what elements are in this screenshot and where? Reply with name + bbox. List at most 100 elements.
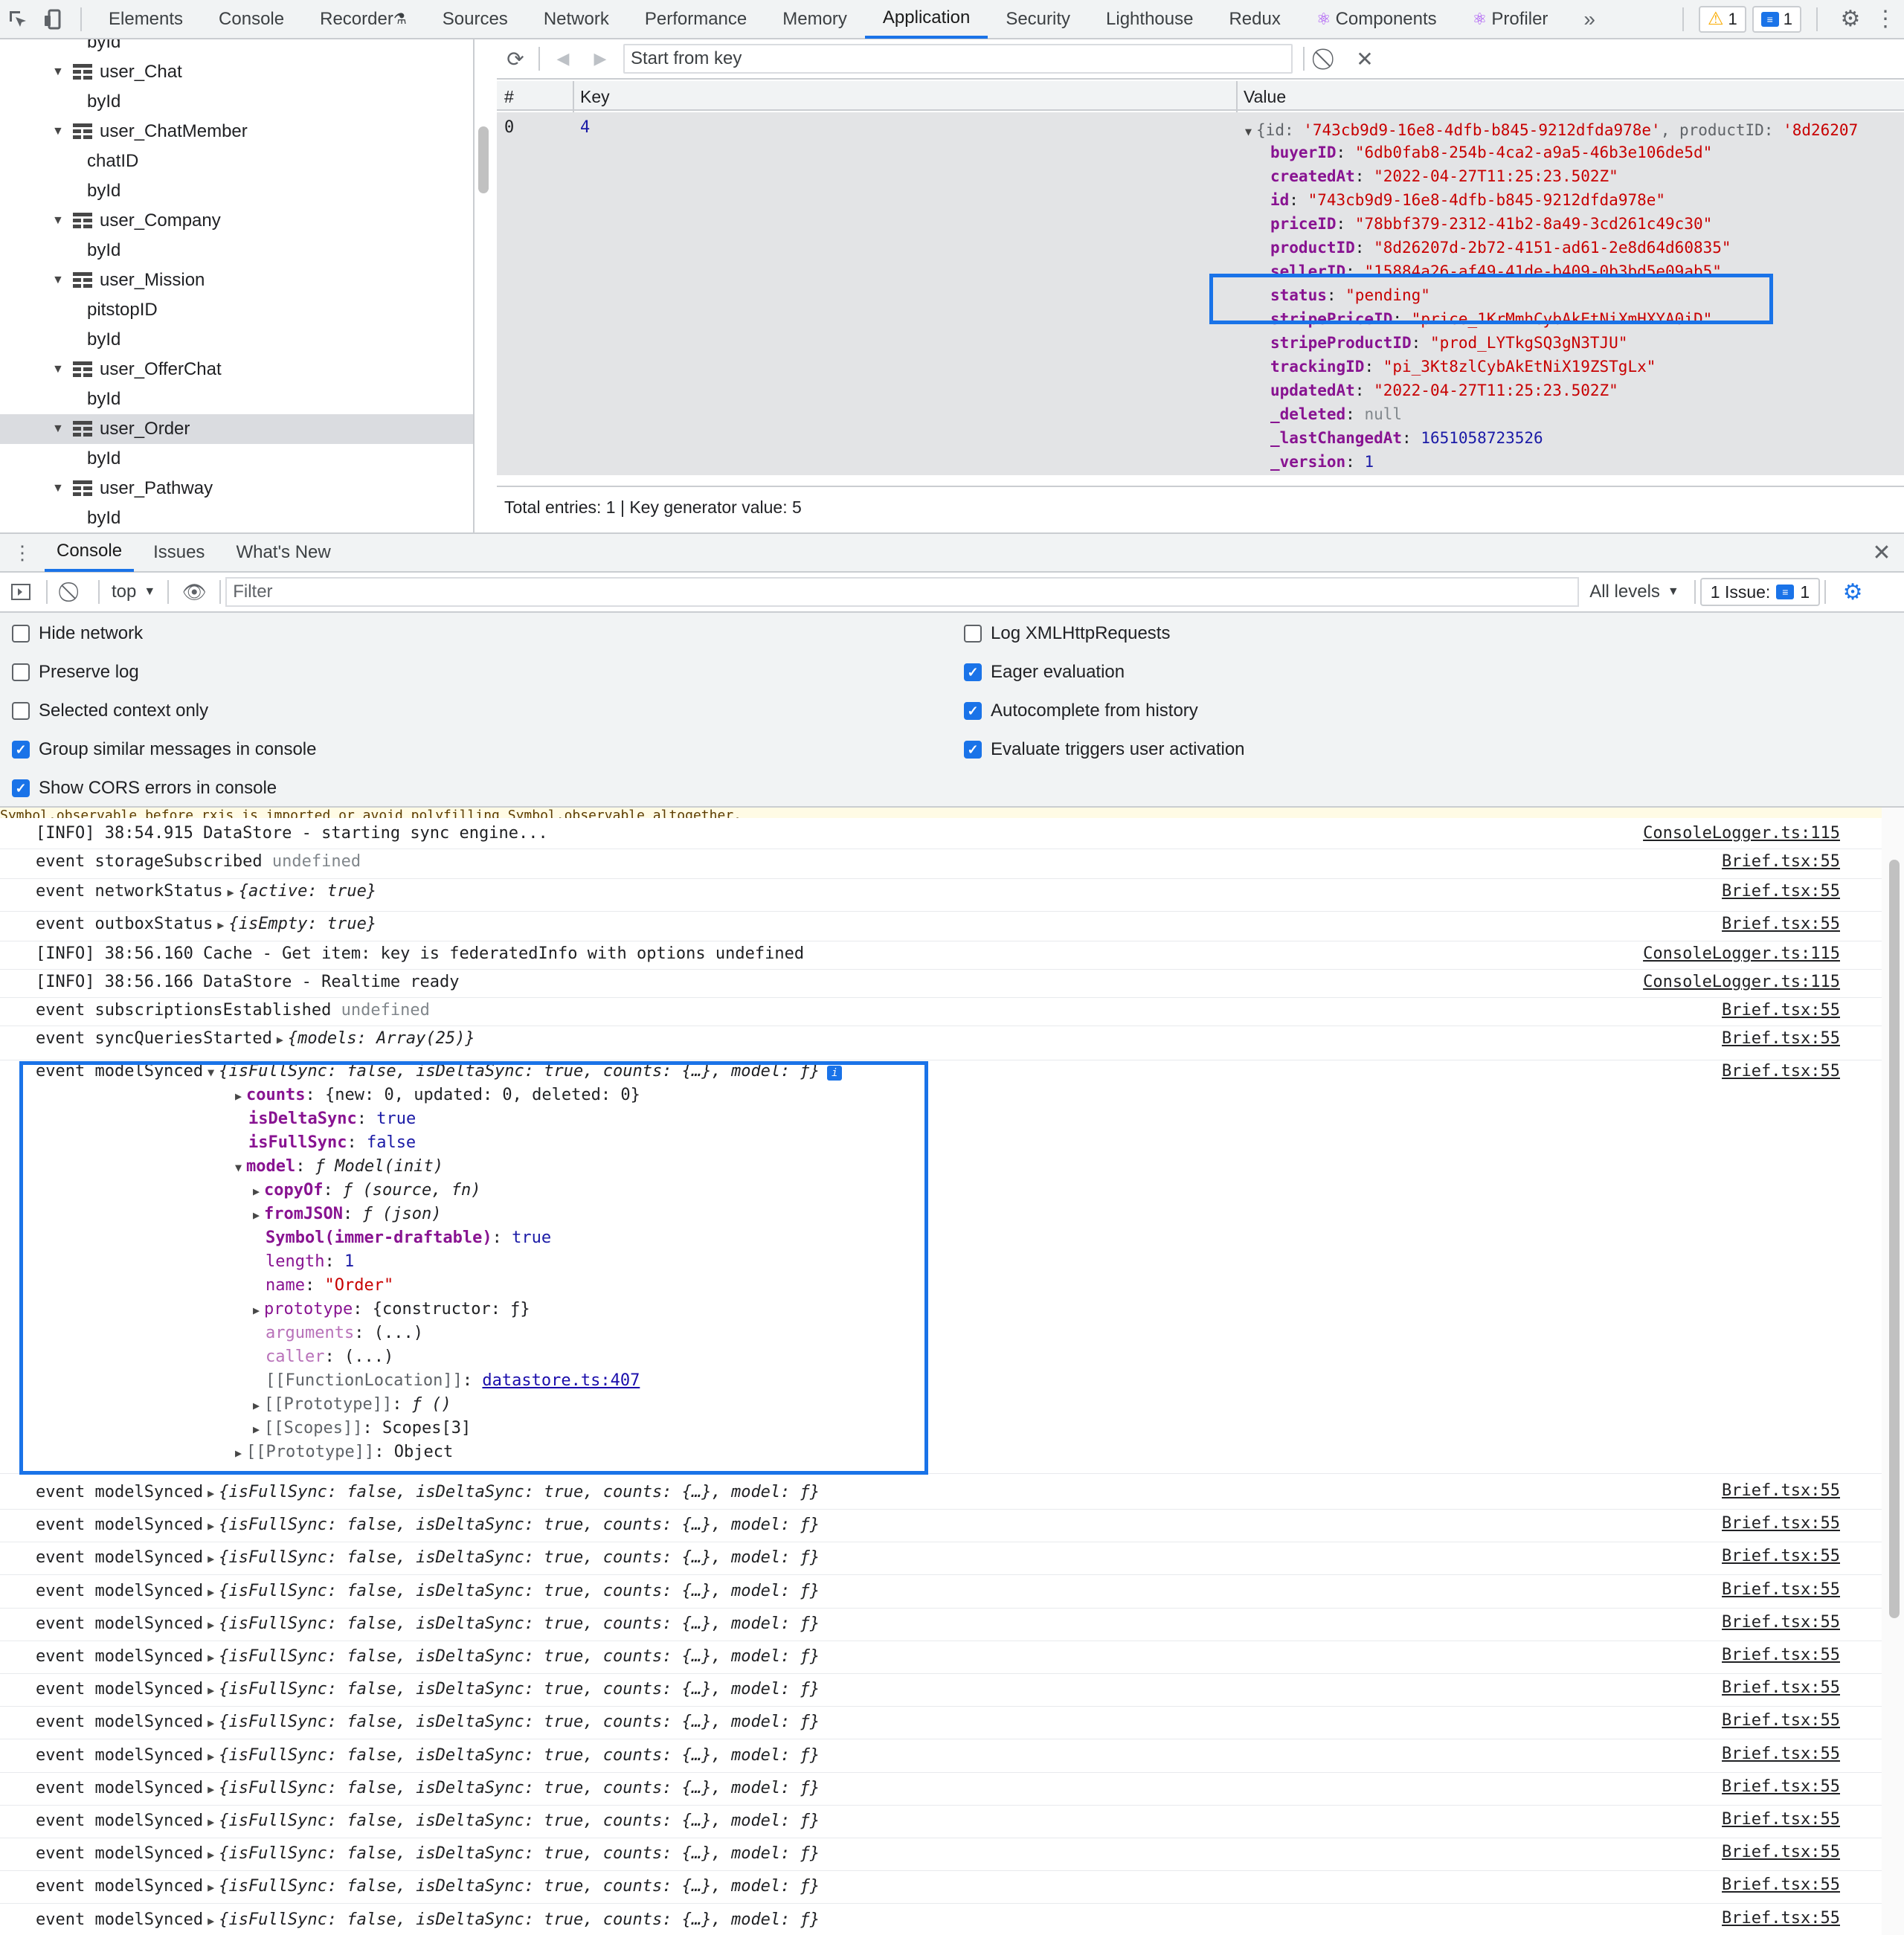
value-preview[interactable]: ▼ {id: '743cb9d9-16e8-4dfb-b845-9212dfda9…: [1241, 121, 1895, 139]
tab-application[interactable]: Application: [864, 0, 988, 39]
source-link[interactable]: Brief.tsx:55: [1722, 1876, 1840, 1894]
clear-object-store-icon[interactable]: ⃠: [1309, 40, 1346, 77]
expand-triangle-icon[interactable]: ▶: [217, 918, 224, 932]
source-link[interactable]: ConsoleLogger.ts:115: [1643, 944, 1840, 963]
setting-checkbox[interactable]: Preserve log: [12, 662, 139, 683]
object-store-item[interactable]: ▼ user_Mission: [0, 265, 473, 295]
index-item[interactable]: pitstopID: [0, 295, 473, 325]
tab-network[interactable]: Network: [526, 0, 627, 39]
tab-security[interactable]: Security: [988, 0, 1088, 39]
expand-triangle-icon[interactable]: ▶: [277, 1033, 283, 1046]
expand-triangle-icon[interactable]: ▶: [208, 1848, 214, 1861]
checkbox[interactable]: ✓: [964, 702, 982, 720]
kebab-menu-icon[interactable]: ⋮: [1874, 1, 1897, 38]
modelsynced-message[interactable]: event modelSynced ▶ {isFullSync: false, is…: [0, 1806, 1882, 1838]
expand-triangle-icon[interactable]: ▶: [208, 1519, 214, 1533]
modelsynced-message[interactable]: event modelSynced ▶ {isFullSync: false, is…: [0, 1510, 1882, 1543]
console-message[interactable]: [INFO] 38:56.166 DataStore - Realtime re…: [0, 970, 1882, 998]
expand-caret-icon[interactable]: ▼: [52, 125, 64, 138]
checkbox[interactable]: ✓: [12, 741, 30, 759]
expand-caret-icon[interactable]: ▼: [52, 214, 64, 228]
tab-components[interactable]: ⚛ Components: [1299, 0, 1455, 39]
index-item[interactable]: byId: [0, 384, 473, 414]
checkbox[interactable]: ✓: [964, 663, 982, 681]
console-filter-input[interactable]: [225, 577, 1580, 607]
collapse-triangle-icon[interactable]: ▼: [208, 1066, 214, 1079]
setting-checkbox[interactable]: ✓ Evaluate triggers user activation: [964, 739, 1245, 760]
column-number[interactable]: #: [504, 87, 514, 107]
expand-caret-icon[interactable]: ▼: [52, 422, 64, 436]
modelsynced-message[interactable]: event modelSynced ▶ {isFullSync: false, is…: [0, 1477, 1882, 1510]
column-value[interactable]: Value: [1244, 87, 1286, 107]
modelsynced-message[interactable]: event modelSynced ▶ {isFullSync: false, is…: [0, 1576, 1882, 1609]
expand-triangle-icon[interactable]: ▶: [208, 1914, 214, 1928]
expand-triangle-icon[interactable]: ▶: [208, 1881, 214, 1894]
console-message[interactable]: event syncQueriesStarted ▶ {models: Array(…: [0, 1026, 1882, 1060]
source-link[interactable]: Brief.tsx:55: [1722, 1062, 1840, 1081]
expand-triangle-icon[interactable]: ▶: [208, 1750, 214, 1763]
start-from-key-input[interactable]: [623, 44, 1293, 74]
tab-elements[interactable]: Elements: [91, 0, 201, 39]
idb-table-row[interactable]: 0 4 ▼ {id: '743cb9d9-16e8-4dfb-b845-9212d…: [497, 112, 1904, 475]
index-item[interactable]: byId: [0, 87, 473, 117]
setting-checkbox[interactable]: ✓ Group similar messages in console: [12, 739, 317, 760]
modelsynced-message[interactable]: event modelSynced ▶ {isFullSync: false, is…: [0, 1609, 1882, 1641]
refresh-icon[interactable]: ⟳: [497, 40, 534, 77]
index-item[interactable]: byId: [0, 176, 473, 206]
setting-checkbox[interactable]: Log XMLHttpRequests: [964, 623, 1170, 644]
console-message[interactable]: [INFO] 38:54.915 DataStore - starting sy…: [0, 821, 1882, 849]
tab-memory[interactable]: Memory: [765, 0, 865, 39]
sidebar-scrollbar[interactable]: [478, 126, 489, 193]
modelsynced-message[interactable]: event modelSynced ▶ {isFullSync: false, is…: [0, 1838, 1882, 1872]
console-message[interactable]: event outboxStatus ▶ {isEmpty: true} Brief.…: [0, 912, 1882, 941]
console-message[interactable]: event networkStatus ▶ {active: true} Brief.…: [0, 879, 1882, 912]
expanded-modelsynced-message[interactable]: event modelSynced ▼ {isFullSync: false, is…: [0, 1060, 1882, 1474]
modelsynced-message[interactable]: event modelSynced ▶ {isFullSync: false, is…: [0, 1707, 1882, 1740]
expand-triangle-icon[interactable]: ▼: [1245, 125, 1252, 138]
source-link[interactable]: Brief.tsx:55: [1722, 1514, 1840, 1533]
delete-selected-icon[interactable]: ✕: [1346, 40, 1383, 77]
expand-triangle-icon[interactable]: ▶: [208, 1783, 214, 1796]
setting-checkbox[interactable]: ✓ Show CORS errors in console: [12, 778, 277, 799]
setting-checkbox[interactable]: Hide network: [12, 623, 143, 644]
tab-redux[interactable]: Redux: [1211, 0, 1298, 39]
index-item[interactable]: byId: [0, 39, 473, 57]
clear-console-icon[interactable]: ⃠: [52, 573, 94, 611]
expand-triangle-icon[interactable]: ▶: [208, 1651, 214, 1664]
source-link[interactable]: Brief.tsx:55: [1722, 1843, 1840, 1861]
drawer-tab-what-s-new[interactable]: What's New: [224, 533, 342, 572]
live-expression-eye-icon[interactable]: 👁: [173, 573, 215, 611]
source-link[interactable]: Brief.tsx:55: [1722, 852, 1840, 871]
checkbox[interactable]: [12, 663, 30, 681]
source-link[interactable]: Brief.tsx:55: [1722, 1613, 1840, 1632]
tab-performance[interactable]: Performance: [627, 0, 765, 39]
source-link[interactable]: Brief.tsx:55: [1722, 1909, 1840, 1928]
source-link[interactable]: Brief.tsx:55: [1722, 1678, 1840, 1697]
source-link[interactable]: Brief.tsx:55: [1722, 1481, 1840, 1500]
source-link[interactable]: Brief.tsx:55: [1722, 1580, 1840, 1599]
sidebar-toggle-icon[interactable]: [0, 573, 42, 611]
tab-lighthouse[interactable]: Lighthouse: [1088, 0, 1211, 39]
issues-button[interactable]: 1 Issue: ≡ 1: [1699, 578, 1821, 606]
warnings-badge[interactable]: ⚠ 1: [1698, 5, 1746, 33]
modelsynced-message[interactable]: event modelSynced ▶ {isFullSync: false, is…: [0, 1740, 1882, 1773]
more-tabs-icon[interactable]: »: [1566, 0, 1613, 39]
tab-recorder[interactable]: Recorder ⚗: [302, 0, 425, 39]
checkbox[interactable]: [12, 625, 30, 643]
source-link[interactable]: Brief.tsx:55: [1722, 1001, 1840, 1020]
expand-triangle-icon[interactable]: ▶: [208, 1684, 214, 1697]
modelsynced-message[interactable]: event modelSynced ▶ {isFullSync: false, is…: [0, 1905, 1882, 1935]
source-link[interactable]: Brief.tsx:55: [1722, 1777, 1840, 1796]
modelsynced-message[interactable]: event modelSynced ▶ {isFullSync: false, is…: [0, 1641, 1882, 1674]
source-link[interactable]: ConsoleLogger.ts:115: [1643, 973, 1840, 991]
drawer-tab-issues[interactable]: Issues: [141, 533, 216, 572]
inspect-element-icon[interactable]: [0, 1, 36, 38]
source-link[interactable]: Brief.tsx:55: [1722, 915, 1840, 933]
index-item[interactable]: chatID: [0, 147, 473, 176]
drawer-tab-console[interactable]: Console: [45, 533, 135, 572]
close-drawer-icon[interactable]: ✕: [1859, 540, 1904, 566]
console-message[interactable]: event subscriptionsEstablished undefined…: [0, 998, 1882, 1026]
tab-sources[interactable]: Sources: [425, 0, 526, 39]
expand-triangle-icon[interactable]: ▶: [208, 1815, 214, 1829]
source-link[interactable]: Brief.tsx:55: [1722, 1711, 1840, 1730]
